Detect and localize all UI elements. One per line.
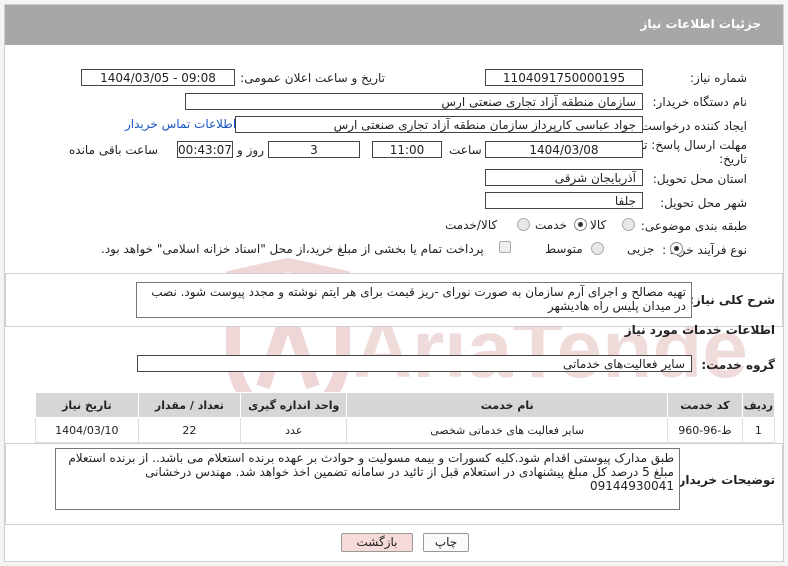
col-qty: تعداد / مقدار [137, 392, 242, 418]
description-textarea[interactable]: تهیه مصالح و اجرای آرم سازمان به صورت نو… [136, 282, 692, 318]
city-field: جلفا [485, 192, 643, 209]
contact-link[interactable]: اطلاعات تماس خریدار [125, 117, 236, 131]
category-option-goods-service: کالا/خدمت [445, 218, 498, 232]
treasury-note: پرداخت تمام یا بخشی از مبلغ خرید،از محل … [101, 242, 484, 256]
days-field: 3 [268, 141, 360, 158]
category-label: طبقه بندی موضوعی: [640, 219, 747, 233]
days-label: روز و [237, 143, 264, 157]
description-label: شرح کلی نیاز: [689, 293, 775, 307]
category-option-service: خدمت [535, 218, 567, 232]
category-radio-goods-service[interactable] [517, 218, 530, 231]
category-radio-goods[interactable] [622, 218, 635, 231]
col-name: نام خدمت [346, 392, 668, 418]
remaining-label: ساعت باقی مانده [69, 143, 159, 157]
buyer-notes-label: توضیحات خریدار: [673, 473, 775, 487]
need-number-field: 1104091750000195 [485, 69, 643, 86]
creator-label: ایجاد کننده درخواست: [636, 119, 747, 133]
city-label: شهر محل تحویل: [660, 196, 747, 210]
deadline-label-date: تاریخ: [719, 152, 747, 166]
category-option-goods: کالا [590, 218, 607, 232]
treasury-checkbox[interactable] [499, 241, 511, 253]
process-option-minor: جزیی [627, 242, 655, 256]
services-section-title: اطلاعات خدمات مورد نیاز [624, 323, 775, 337]
announce-label: تاریخ و ساعت اعلان عمومی: [240, 71, 385, 85]
services-table: ردیف کد خدمت نام خدمت واحد اندازه گیری ت… [35, 392, 776, 443]
cell-row: 1 [741, 417, 776, 443]
need-number-label: شماره نیاز: [690, 71, 747, 85]
cell-name: سایر فعالیت های خدماتی شخصی [346, 417, 668, 443]
process-radio-medium[interactable] [591, 242, 604, 255]
announce-field: 1404/03/05 - 09:08 [81, 69, 235, 86]
details-panel: جزئیات اطلاعات نیاز AriaTender.neT شماره… [4, 4, 784, 562]
cell-qty: 22 [137, 417, 242, 443]
service-group-label: گروه خدمت: [701, 358, 775, 372]
time-label: ساعت [449, 143, 482, 157]
buyer-org-label: نام دستگاه خریدار: [652, 95, 748, 109]
process-option-medium: متوسط [545, 242, 583, 256]
col-code: کد خدمت [666, 392, 743, 418]
panel-header: جزئیات اطلاعات نیاز [5, 5, 783, 45]
col-unit: واحد اندازه گیری [240, 392, 348, 418]
buyer-org-field: سازمان منطقه آزاد تجاری صنعتی ارس [185, 93, 643, 110]
deadline-label: مهلت ارسال پاسخ: تا [640, 138, 747, 152]
service-group-field: سایر فعالیت‌های خدماتی [137, 355, 692, 372]
col-date: تاریخ نیاز [35, 392, 139, 418]
cell-unit: عدد [240, 417, 348, 443]
table-row: 1 ط-96-960 سایر فعالیت های خدماتی شخصی ع… [35, 417, 776, 443]
province-field: آذربایجان شرقی [485, 169, 643, 186]
panel-title: جزئیات اطلاعات نیاز [640, 17, 761, 31]
cell-date: 1404/03/10 [35, 417, 139, 443]
buyer-notes-textarea[interactable]: طبق مدارک پیوستی اقدام شود.کلیه کسورات و… [55, 448, 680, 510]
print-button[interactable]: چاپ [423, 533, 469, 552]
remaining-time-field: 00:43:07 [177, 141, 233, 158]
cell-code: ط-96-960 [666, 417, 743, 443]
col-row: ردیف [741, 392, 776, 418]
creator-field: جواد عباسی کارپرداز سازمان منطقه آزاد تج… [235, 116, 643, 133]
process-radio-minor[interactable] [670, 242, 683, 255]
category-radio-service[interactable] [574, 218, 587, 231]
deadline-date-field: 1404/03/08 [485, 141, 643, 158]
back-button[interactable]: بازگشت [341, 533, 413, 552]
deadline-time-field: 11:00 [372, 141, 442, 158]
province-label: استان محل تحویل: [652, 172, 747, 186]
